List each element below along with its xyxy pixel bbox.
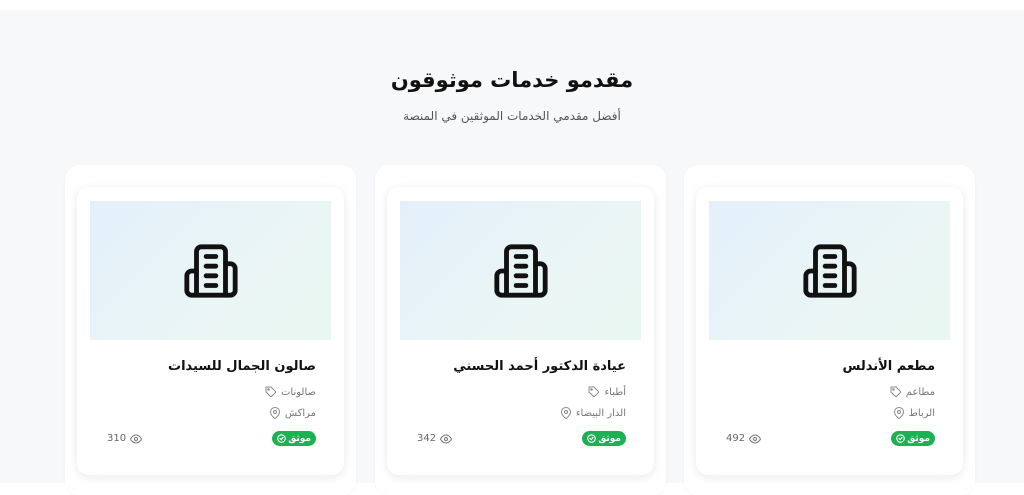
- verified-badge-label: موثق: [288, 433, 311, 444]
- eye-icon: [130, 434, 143, 443]
- tag-icon: [890, 386, 901, 398]
- provider-card[interactable]: صالون الجمال للسيدات صالونات مراكش موثق …: [77, 187, 344, 475]
- provider-card-wrapper: صالون الجمال للسيدات صالونات مراكش موثق …: [65, 165, 356, 495]
- provider-image: [90, 201, 331, 340]
- provider-city-label: الرباط: [908, 407, 935, 419]
- verified-badge: موثق: [582, 431, 626, 446]
- check-circle-icon: [896, 434, 906, 443]
- provider-city: مراكش: [269, 405, 316, 421]
- provider-name[interactable]: عيادة الدكتور أحمد الحسني: [453, 359, 626, 374]
- provider-city: الرباط: [893, 405, 935, 421]
- provider-category-label: مطاعم: [905, 386, 935, 398]
- provider-category: مطاعم: [890, 384, 935, 400]
- provider-category-label: أطباء: [604, 386, 626, 398]
- provider-category-label: صالونات: [281, 386, 316, 398]
- provider-category: أطباء: [588, 384, 626, 400]
- building-icon: [493, 243, 548, 298]
- map-pin-icon: [893, 407, 904, 419]
- provider-category: صالونات: [265, 384, 316, 400]
- provider-city-label: الدار البيضاء: [575, 407, 626, 419]
- provider-image: [400, 201, 641, 340]
- view-count-value: 342: [417, 433, 437, 444]
- view-count: 310: [107, 431, 143, 446]
- view-count-value: 310: [107, 433, 127, 444]
- building-icon: [802, 243, 857, 298]
- provider-card[interactable]: عيادة الدكتور أحمد الحسني أطباء الدار ال…: [387, 187, 654, 475]
- view-count: 492: [726, 431, 762, 446]
- eye-icon: [749, 434, 762, 443]
- provider-card-wrapper: عيادة الدكتور أحمد الحسني أطباء الدار ال…: [375, 165, 666, 495]
- view-count-value: 492: [726, 433, 746, 444]
- verified-badge-label: موثق: [598, 433, 621, 444]
- tag-icon: [265, 386, 277, 398]
- map-pin-icon: [560, 407, 571, 419]
- verified-badge: موثق: [272, 431, 316, 446]
- section-subtitle: أفضل مقدمي الخدمات الموثقين في المنصة: [403, 109, 621, 123]
- map-pin-icon: [269, 407, 280, 419]
- verified-badge: موثق: [891, 431, 935, 446]
- building-icon: [183, 243, 238, 298]
- provider-card-wrapper: مطعم الأندلس مطاعم الرباط موثق 492: [684, 165, 975, 495]
- provider-image: [709, 201, 950, 340]
- check-circle-icon: [277, 434, 287, 443]
- provider-card[interactable]: مطعم الأندلس مطاعم الرباط موثق 492: [696, 187, 963, 475]
- provider-city: الدار البيضاء: [560, 405, 626, 421]
- check-circle-icon: [587, 434, 597, 443]
- provider-name[interactable]: مطعم الأندلس: [842, 359, 935, 374]
- section-title: مقدمو خدمات موثوقون: [390, 68, 634, 92]
- eye-icon: [440, 434, 453, 443]
- verified-badge-label: موثق: [907, 433, 930, 444]
- provider-city-label: مراكش: [284, 407, 316, 419]
- view-count: 342: [417, 431, 453, 446]
- provider-name[interactable]: صالون الجمال للسيدات: [168, 359, 316, 374]
- tag-icon: [588, 386, 600, 398]
